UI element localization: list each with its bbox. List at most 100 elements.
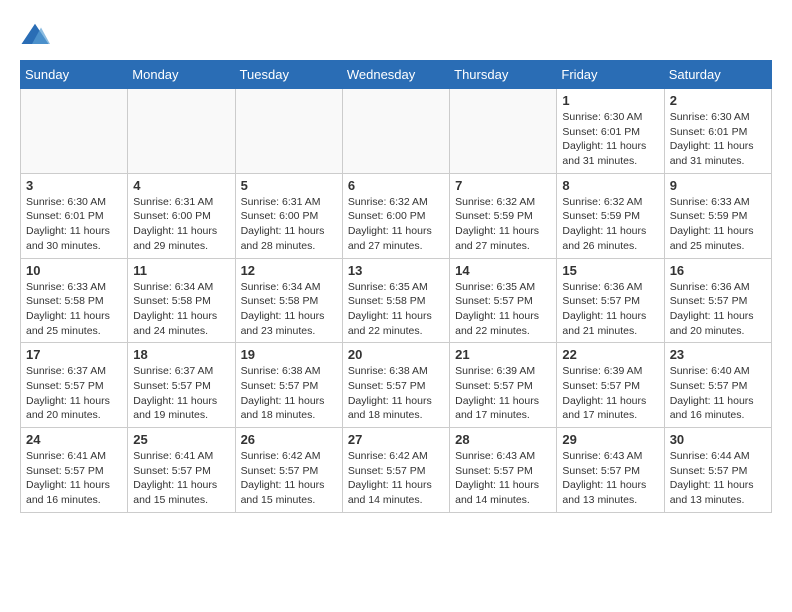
day-info: Sunrise: 6:34 AMSunset: 5:58 PMDaylight:…	[133, 280, 229, 339]
day-info: Sunrise: 6:43 AMSunset: 5:57 PMDaylight:…	[562, 449, 658, 508]
calendar-header-monday: Monday	[128, 61, 235, 89]
day-info: Sunrise: 6:35 AMSunset: 5:58 PMDaylight:…	[348, 280, 444, 339]
calendar-cell: 11 Sunrise: 6:34 AMSunset: 5:58 PMDayligh…	[128, 258, 235, 343]
calendar-header-row: SundayMondayTuesdayWednesdayThursdayFrid…	[21, 61, 772, 89]
day-number: 22	[562, 347, 658, 362]
calendar-week-row: 1 Sunrise: 6:30 AMSunset: 6:01 PMDaylight…	[21, 89, 772, 174]
day-number: 9	[670, 178, 766, 193]
calendar-cell: 12 Sunrise: 6:34 AMSunset: 5:58 PMDayligh…	[235, 258, 342, 343]
day-number: 8	[562, 178, 658, 193]
calendar-header-wednesday: Wednesday	[342, 61, 449, 89]
day-info: Sunrise: 6:30 AMSunset: 6:01 PMDaylight:…	[670, 110, 766, 169]
day-info: Sunrise: 6:38 AMSunset: 5:57 PMDaylight:…	[348, 364, 444, 423]
day-number: 24	[26, 432, 122, 447]
logo	[20, 20, 54, 50]
calendar-header-tuesday: Tuesday	[235, 61, 342, 89]
calendar-cell: 8 Sunrise: 6:32 AMSunset: 5:59 PMDaylight…	[557, 173, 664, 258]
day-number: 7	[455, 178, 551, 193]
day-info: Sunrise: 6:42 AMSunset: 5:57 PMDaylight:…	[348, 449, 444, 508]
day-info: Sunrise: 6:32 AMSunset: 6:00 PMDaylight:…	[348, 195, 444, 254]
calendar-cell: 10 Sunrise: 6:33 AMSunset: 5:58 PMDayligh…	[21, 258, 128, 343]
day-info: Sunrise: 6:32 AMSunset: 5:59 PMDaylight:…	[455, 195, 551, 254]
calendar-cell: 3 Sunrise: 6:30 AMSunset: 6:01 PMDaylight…	[21, 173, 128, 258]
calendar-week-row: 3 Sunrise: 6:30 AMSunset: 6:01 PMDaylight…	[21, 173, 772, 258]
day-info: Sunrise: 6:31 AMSunset: 6:00 PMDaylight:…	[133, 195, 229, 254]
calendar-header-friday: Friday	[557, 61, 664, 89]
day-number: 6	[348, 178, 444, 193]
day-info: Sunrise: 6:41 AMSunset: 5:57 PMDaylight:…	[26, 449, 122, 508]
day-info: Sunrise: 6:33 AMSunset: 5:59 PMDaylight:…	[670, 195, 766, 254]
day-number: 3	[26, 178, 122, 193]
calendar-cell: 18Sunrise: 6:37 AMSunset: 5:57 PMDayligh…	[128, 343, 235, 428]
calendar-week-row: 24 Sunrise: 6:41 AMSunset: 5:57 PMDayligh…	[21, 428, 772, 513]
calendar-week-row: 10 Sunrise: 6:33 AMSunset: 5:58 PMDayligh…	[21, 258, 772, 343]
page: SundayMondayTuesdayWednesdayThursdayFrid…	[0, 0, 792, 523]
day-number: 23	[670, 347, 766, 362]
calendar-cell: 2 Sunrise: 6:30 AMSunset: 6:01 PMDaylight…	[664, 89, 771, 174]
calendar-cell: 24 Sunrise: 6:41 AMSunset: 5:57 PMDayligh…	[21, 428, 128, 513]
day-number: 10	[26, 263, 122, 278]
day-number: 20	[348, 347, 444, 362]
day-info: Sunrise: 6:43 AMSunset: 5:57 PMDaylight:…	[455, 449, 551, 508]
day-number: 12	[241, 263, 337, 278]
day-number: 30	[670, 432, 766, 447]
calendar-cell: 9 Sunrise: 6:33 AMSunset: 5:59 PMDaylight…	[664, 173, 771, 258]
calendar-cell: 6 Sunrise: 6:32 AMSunset: 6:00 PMDaylight…	[342, 173, 449, 258]
calendar-cell: 5Sunrise: 6:31 AMSunset: 6:00 PMDaylight…	[235, 173, 342, 258]
calendar-cell: 22 Sunrise: 6:39 AMSunset: 5:57 PMDayligh…	[557, 343, 664, 428]
day-info: Sunrise: 6:33 AMSunset: 5:58 PMDaylight:…	[26, 280, 122, 339]
calendar-cell	[128, 89, 235, 174]
calendar-cell: 17 Sunrise: 6:37 AMSunset: 5:57 PMDayligh…	[21, 343, 128, 428]
calendar-cell: 13Sunrise: 6:35 AMSunset: 5:58 PMDayligh…	[342, 258, 449, 343]
day-info: Sunrise: 6:36 AMSunset: 5:57 PMDaylight:…	[670, 280, 766, 339]
day-info: Sunrise: 6:38 AMSunset: 5:57 PMDaylight:…	[241, 364, 337, 423]
calendar-cell: 20 Sunrise: 6:38 AMSunset: 5:57 PMDayligh…	[342, 343, 449, 428]
day-number: 28	[455, 432, 551, 447]
day-number: 11	[133, 263, 229, 278]
day-info: Sunrise: 6:30 AMSunset: 6:01 PMDaylight:…	[562, 110, 658, 169]
day-info: Sunrise: 6:37 AMSunset: 5:57 PMDaylight:…	[133, 364, 229, 423]
calendar-week-row: 17 Sunrise: 6:37 AMSunset: 5:57 PMDayligh…	[21, 343, 772, 428]
calendar-cell: 28 Sunrise: 6:43 AMSunset: 5:57 PMDayligh…	[450, 428, 557, 513]
calendar-header-sunday: Sunday	[21, 61, 128, 89]
calendar-cell	[342, 89, 449, 174]
day-number: 2	[670, 93, 766, 108]
calendar-cell: 30 Sunrise: 6:44 AMSunset: 5:57 PMDayligh…	[664, 428, 771, 513]
calendar-cell: 15 Sunrise: 6:36 AMSunset: 5:57 PMDayligh…	[557, 258, 664, 343]
day-number: 27	[348, 432, 444, 447]
day-info: Sunrise: 6:36 AMSunset: 5:57 PMDaylight:…	[562, 280, 658, 339]
day-info: Sunrise: 6:37 AMSunset: 5:57 PMDaylight:…	[26, 364, 122, 423]
calendar-cell: 21Sunrise: 6:39 AMSunset: 5:57 PMDayligh…	[450, 343, 557, 428]
day-number: 4	[133, 178, 229, 193]
day-info: Sunrise: 6:34 AMSunset: 5:58 PMDaylight:…	[241, 280, 337, 339]
day-number: 19	[241, 347, 337, 362]
day-info: Sunrise: 6:42 AMSunset: 5:57 PMDaylight:…	[241, 449, 337, 508]
calendar-cell: 19 Sunrise: 6:38 AMSunset: 5:57 PMDayligh…	[235, 343, 342, 428]
day-number: 29	[562, 432, 658, 447]
day-info: Sunrise: 6:39 AMSunset: 5:57 PMDaylight:…	[562, 364, 658, 423]
calendar-cell: 14Sunrise: 6:35 AMSunset: 5:57 PMDayligh…	[450, 258, 557, 343]
logo-icon	[20, 20, 50, 50]
day-number: 1	[562, 93, 658, 108]
day-info: Sunrise: 6:44 AMSunset: 5:57 PMDaylight:…	[670, 449, 766, 508]
calendar-table: SundayMondayTuesdayWednesdayThursdayFrid…	[20, 60, 772, 513]
calendar-header-saturday: Saturday	[664, 61, 771, 89]
calendar-cell: 23Sunrise: 6:40 AMSunset: 5:57 PMDayligh…	[664, 343, 771, 428]
calendar-cell	[235, 89, 342, 174]
day-number: 26	[241, 432, 337, 447]
day-info: Sunrise: 6:31 AMSunset: 6:00 PMDaylight:…	[241, 195, 337, 254]
calendar-header-thursday: Thursday	[450, 61, 557, 89]
calendar-cell: 27 Sunrise: 6:42 AMSunset: 5:57 PMDayligh…	[342, 428, 449, 513]
header	[20, 20, 772, 50]
day-number: 21	[455, 347, 551, 362]
day-info: Sunrise: 6:30 AMSunset: 6:01 PMDaylight:…	[26, 195, 122, 254]
day-number: 17	[26, 347, 122, 362]
day-number: 25	[133, 432, 229, 447]
day-info: Sunrise: 6:41 AMSunset: 5:57 PMDaylight:…	[133, 449, 229, 508]
day-number: 14	[455, 263, 551, 278]
calendar-cell: 7 Sunrise: 6:32 AMSunset: 5:59 PMDaylight…	[450, 173, 557, 258]
day-number: 15	[562, 263, 658, 278]
day-number: 16	[670, 263, 766, 278]
day-info: Sunrise: 6:32 AMSunset: 5:59 PMDaylight:…	[562, 195, 658, 254]
calendar-cell: 29 Sunrise: 6:43 AMSunset: 5:57 PMDayligh…	[557, 428, 664, 513]
